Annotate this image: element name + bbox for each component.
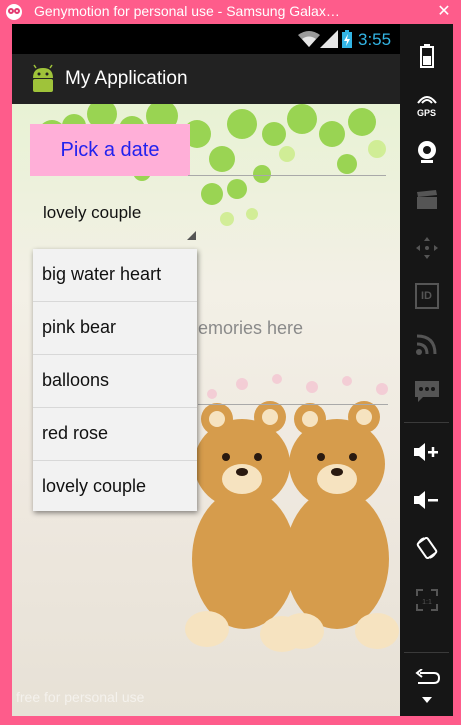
fullscreen-button[interactable]: 1:1: [400, 578, 453, 622]
gift-spinner[interactable]: lovely couple: [30, 198, 196, 242]
volume-up-button[interactable]: [400, 430, 453, 474]
wifi-icon: [298, 31, 320, 47]
rotate-button[interactable]: [400, 526, 453, 570]
fullscreen-icon: 1:1: [415, 589, 438, 611]
dpad-icon: [415, 237, 438, 259]
webcam-icon: [417, 141, 436, 163]
back-icon: [414, 669, 440, 684]
toolbar-separator: [404, 422, 449, 423]
id-icon: ID: [414, 283, 439, 309]
dropdown-item[interactable]: lovely couple: [33, 461, 197, 513]
sms-button[interactable]: [400, 370, 453, 414]
battery-button[interactable]: [400, 34, 453, 78]
battery-icon: [419, 44, 434, 68]
sms-icon: [414, 381, 439, 402]
device-screen: 3:55 My Application Pick a date lovely c…: [12, 24, 400, 716]
emulator-toolbar: GPS ID 1:1: [400, 24, 453, 716]
window-title: Genymotion for personal use - Samsung Ga…: [34, 3, 340, 19]
window-bottom-border: [0, 716, 461, 725]
capture-button[interactable]: [400, 178, 453, 222]
webcam-button[interactable]: [400, 130, 453, 174]
gps-icon: GPS: [416, 91, 438, 118]
svg-text:1:1: 1:1: [422, 599, 432, 606]
android-app-icon: [33, 64, 53, 92]
battery-charging-icon: [342, 30, 352, 48]
dropdown-item[interactable]: pink bear: [33, 302, 197, 355]
toolbar-separator: [404, 652, 449, 653]
cast-icon: [415, 334, 436, 355]
window-left-border: [0, 24, 12, 725]
status-clock: 3:55: [358, 30, 392, 49]
app-title: My Application: [65, 68, 188, 89]
spinner-dropdown: big water heart pink bear balloons red r…: [33, 249, 197, 511]
background-teddy-bears-image: [185, 374, 399, 652]
volume-down-button[interactable]: [400, 478, 453, 522]
memories-input-underline: [198, 404, 388, 405]
memories-input[interactable]: emories here: [198, 318, 303, 339]
signal-icon: [320, 30, 338, 48]
action-bar: My Application: [12, 54, 400, 104]
device-id-button[interactable]: ID: [400, 274, 453, 318]
volume-down-icon: [413, 491, 438, 509]
clapperboard-icon: [416, 190, 437, 209]
window-right-border: [453, 24, 461, 725]
input-underline: [188, 175, 386, 176]
dropdown-item[interactable]: balloons: [33, 355, 197, 408]
chevron-down-icon: [421, 697, 432, 703]
dropdown-item[interactable]: red rose: [33, 408, 197, 461]
app-content: Pick a date lovely couple emories here f…: [12, 104, 400, 716]
cast-button[interactable]: [400, 322, 453, 366]
toolbar-more-button[interactable]: [400, 688, 453, 712]
spinner-selected-value: lovely couple: [43, 203, 142, 222]
pick-date-button[interactable]: Pick a date: [30, 124, 190, 176]
genymotion-logo-icon: [6, 4, 22, 20]
dropdown-item[interactable]: big water heart: [33, 249, 197, 302]
spinner-arrow-icon: [187, 231, 196, 240]
dpad-button[interactable]: [400, 226, 453, 270]
watermark: free for personal use: [16, 689, 145, 705]
window-close-button[interactable]: ✕: [431, 2, 457, 22]
status-bar: 3:55: [12, 24, 400, 54]
rotate-icon: [416, 536, 437, 560]
volume-up-icon: [413, 443, 438, 461]
window-titlebar[interactable]: Genymotion for personal use - Samsung Ga…: [0, 0, 461, 24]
gps-button[interactable]: GPS: [400, 82, 453, 126]
